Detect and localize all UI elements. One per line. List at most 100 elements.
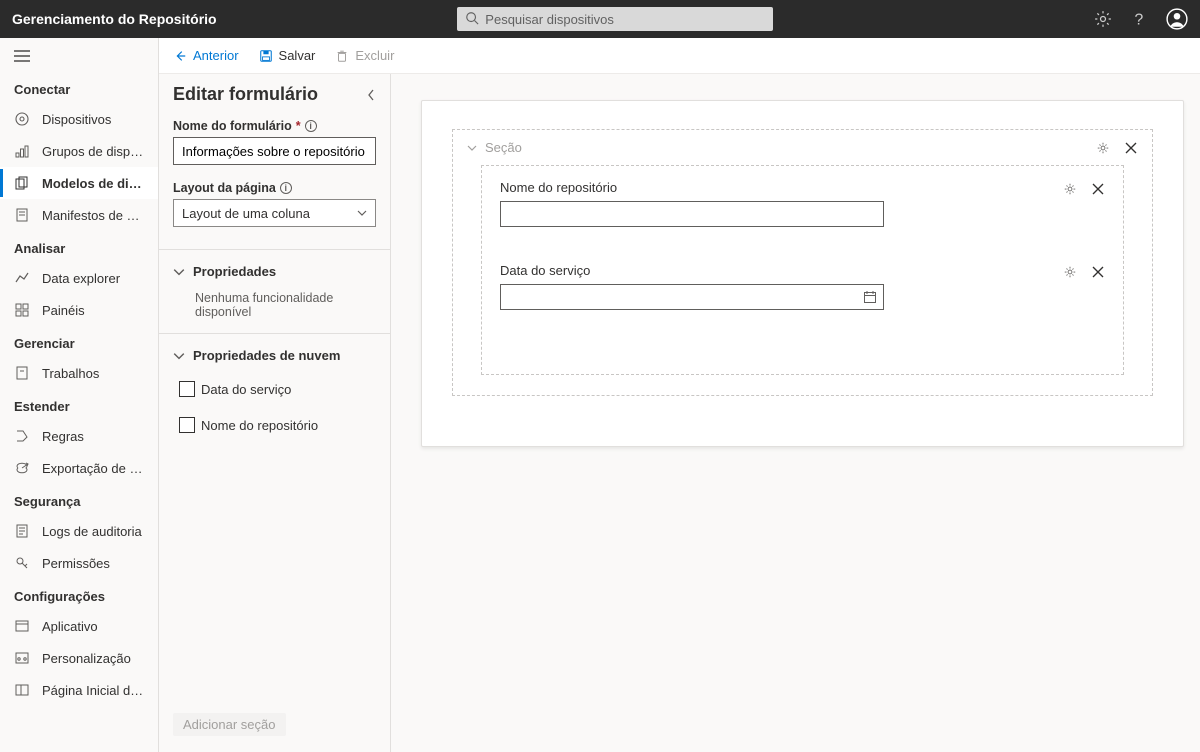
perm-icon	[14, 555, 30, 571]
nav-item[interactable]: Personalização	[0, 642, 158, 674]
topbar-right: ?	[1094, 8, 1188, 30]
top-bar: Gerenciamento do Repositório ?	[0, 0, 1200, 38]
delete-label: Excluir	[355, 48, 394, 63]
gear-icon[interactable]	[1094, 10, 1112, 28]
nav-item-label: Página Inicial do IoT C	[42, 683, 144, 698]
nav-item[interactable]: Manifestos de borda	[0, 199, 158, 231]
calendar-icon[interactable]	[863, 290, 877, 304]
nav-group-title: Segurança	[0, 484, 158, 515]
app-icon	[14, 618, 30, 634]
nav-item-label: Aplicativo	[42, 619, 98, 634]
nav-item-label: Modelos de dispo...	[42, 176, 144, 191]
form-section[interactable]: Seção	[452, 129, 1153, 396]
nav-item[interactable]: Modelos de dispo...	[0, 167, 158, 199]
section-title: Seção	[485, 140, 522, 155]
properties-empty: Nenhuma funcionalidade disponível	[173, 287, 376, 327]
hamburger-icon[interactable]	[0, 44, 158, 68]
nav-group-title: Gerenciar	[0, 326, 158, 357]
form-canvas: Seção	[391, 74, 1200, 752]
back-label: Anterior	[193, 48, 239, 63]
layout-label: Layout da página i	[173, 181, 376, 195]
rules-icon	[14, 428, 30, 444]
field-input[interactable]	[500, 284, 884, 310]
nav-item[interactable]: Trabalhos	[0, 357, 158, 389]
app-title: Gerenciamento do Repositório	[12, 11, 217, 27]
template-icon	[14, 175, 30, 191]
save-label: Salvar	[279, 48, 316, 63]
search-wrap	[457, 7, 773, 31]
gear-icon[interactable]	[1063, 182, 1077, 196]
editor-panel: Editar formulário Nome do formulário * i	[159, 74, 391, 752]
nav-group-title: Conectar	[0, 72, 158, 103]
nav-item[interactable]: Data explorer	[0, 262, 158, 294]
editor-title: Editar formulário	[173, 84, 318, 105]
nav-item[interactable]: Regras	[0, 420, 158, 452]
nav-item[interactable]: Página Inicial do IoT C	[0, 674, 158, 706]
avatar-icon[interactable]	[1166, 8, 1188, 30]
nav-item[interactable]: Aplicativo	[0, 610, 158, 642]
jobs-icon	[14, 365, 30, 381]
manifest-icon	[14, 207, 30, 223]
nav-item[interactable]: Dispositivos	[0, 103, 158, 135]
help-icon[interactable]: ?	[1130, 10, 1148, 28]
left-nav: Conectar Dispositivos Grupos de dispositiv…	[0, 38, 159, 752]
close-icon[interactable]	[1124, 141, 1138, 155]
nav-item-label: Logs de auditoria	[42, 524, 142, 539]
checkbox[interactable]	[179, 381, 195, 397]
nav-item-label: Grupos de dispositivos	[42, 144, 144, 159]
nav-item[interactable]: Painéis	[0, 294, 158, 326]
cloud-prop-label: Data do serviço	[201, 382, 291, 397]
nav-item[interactable]: Grupos de dispositivos	[0, 135, 158, 167]
canvas-field[interactable]: Nome do repositório	[500, 180, 1105, 227]
search-icon	[465, 11, 479, 25]
cloud-prop-label: Nome do repositório	[201, 418, 318, 433]
form-name-label: Nome do formulário * i	[173, 119, 376, 133]
nav-item-label: Regras	[42, 429, 84, 444]
info-icon[interactable]: i	[280, 182, 292, 194]
checkbox[interactable]	[179, 417, 195, 433]
nav-item-label: Painéis	[42, 303, 85, 318]
close-icon[interactable]	[1091, 182, 1105, 196]
nav-item-label: Exportação de dados	[42, 461, 144, 476]
delete-button[interactable]: Excluir	[335, 48, 394, 63]
nav-item-label: Permissões	[42, 556, 110, 571]
nav-item[interactable]: Exportação de dados	[0, 452, 158, 484]
chevron-down-icon	[357, 208, 367, 218]
back-button[interactable]: Anterior	[173, 48, 239, 63]
layout-select[interactable]: Layout de uma coluna	[173, 199, 376, 227]
layout-value: Layout de uma coluna	[182, 206, 310, 221]
nav-group-title: Estender	[0, 389, 158, 420]
device-icon	[14, 111, 30, 127]
fields-container: Nome do repositório Data do serviço	[481, 165, 1124, 375]
nav-item-label: Manifestos de borda	[42, 208, 144, 223]
properties-header[interactable]: Propriedades	[173, 256, 376, 287]
field-input[interactable]	[500, 201, 884, 227]
add-section-button[interactable]: Adicionar seção	[173, 713, 286, 736]
save-button[interactable]: Salvar	[259, 48, 316, 63]
export-icon	[14, 460, 30, 476]
chart-icon	[14, 270, 30, 286]
canvas-field[interactable]: Data do serviço	[500, 263, 1105, 310]
form-card: Seção	[421, 100, 1184, 447]
gear-icon[interactable]	[1063, 265, 1077, 279]
field-label: Data do serviço	[500, 263, 590, 278]
svg-text:?: ?	[1135, 12, 1144, 28]
collapse-editor-icon[interactable]	[366, 88, 376, 102]
command-bar: Anterior Salvar Excluir	[159, 38, 1200, 74]
cloud-prop-row: Nome do repositório	[173, 407, 376, 443]
nav-item-label: Dispositivos	[42, 112, 111, 127]
search-input[interactable]	[457, 7, 773, 31]
form-name-input[interactable]	[173, 137, 376, 165]
close-icon[interactable]	[1091, 265, 1105, 279]
gear-icon[interactable]	[1096, 141, 1110, 155]
nav-item[interactable]: Logs de auditoria	[0, 515, 158, 547]
chevron-down-icon[interactable]	[467, 143, 477, 153]
info-icon[interactable]: i	[305, 120, 317, 132]
nav-item-label: Data explorer	[42, 271, 120, 286]
nav-group-title: Analisar	[0, 231, 158, 262]
cloud-properties-header[interactable]: Propriedades de nuvem	[173, 340, 376, 371]
group-icon	[14, 143, 30, 159]
nav-item[interactable]: Permissões	[0, 547, 158, 579]
cloud-prop-row: Data do serviço	[173, 371, 376, 407]
custom-icon	[14, 650, 30, 666]
